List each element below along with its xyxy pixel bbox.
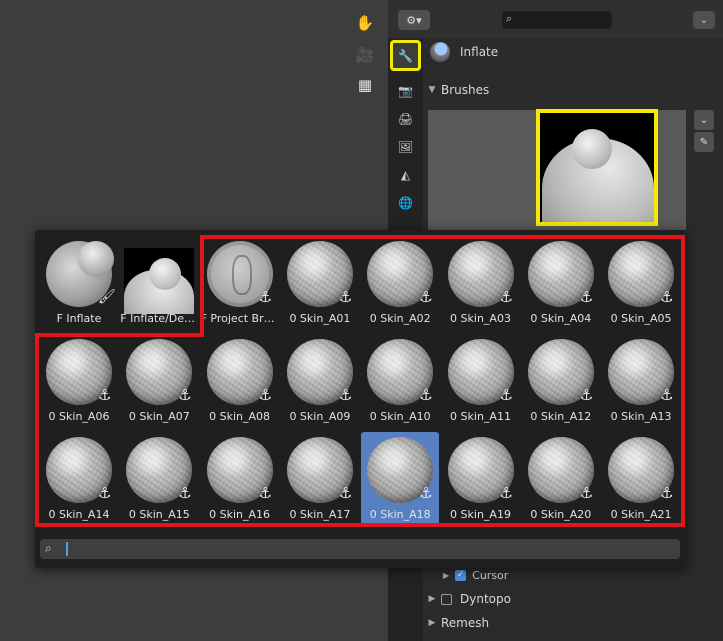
hand-pan-icon[interactable]: ✋	[352, 10, 378, 36]
camera-icon[interactable]: 🎥	[352, 42, 378, 68]
cursor-checkbox[interactable]: ✓	[455, 569, 467, 581]
dyntopo-panel-label: Dyntopo	[460, 592, 511, 606]
brush-item-label: 0 Skin_A16	[209, 508, 271, 521]
text-caret	[66, 542, 68, 556]
brush-item-label: 0 Skin_A14	[48, 508, 110, 521]
brush-item-label: F Inflate	[56, 312, 102, 325]
view-layer-icon[interactable]: 🖼	[393, 134, 418, 159]
highlight-border	[200, 235, 685, 329]
brush-item-label: F Inflate/Defl...	[120, 312, 199, 325]
brush-item[interactable]: ⚓ 0 Skin_A16	[201, 432, 279, 526]
brush-item[interactable]: ⚓ 0 Skin_A21	[602, 432, 680, 526]
properties-header: ⚙▾ ⌕ ⌄	[388, 0, 723, 38]
anchor-icon: ⚓	[178, 386, 192, 404]
brushes-panel-title: Brushes	[441, 83, 490, 97]
brush-item[interactable]: ⚓ 0 Skin_A10	[361, 334, 439, 428]
anchor-icon: ⚓	[419, 386, 433, 404]
brushes-panel-header[interactable]: ▼ Brushes	[423, 78, 723, 102]
brush-item[interactable]: ⚓ 0 Skin_A12	[522, 334, 600, 428]
remesh-panel-label: Remesh	[441, 616, 490, 630]
panel-collapse-arrow-icon: ▶	[428, 594, 436, 604]
brush-item[interactable]: ⚓ 0 Skin_A09	[281, 334, 359, 428]
brush-preview-area[interactable]	[428, 109, 686, 230]
editor-type-button[interactable]: ⚙▾	[398, 10, 430, 30]
anchor-icon: ⚓	[419, 484, 433, 502]
brush-item-label: 0 Skin_A08	[209, 410, 271, 423]
highlight-border	[35, 333, 204, 337]
highlight-border	[35, 523, 685, 527]
brush-item-label: 0 Skin_A11	[450, 410, 511, 423]
cursor-panel-label: Cursor	[472, 568, 509, 582]
brush-item-label: 0 Skin_A20	[530, 508, 592, 521]
anchor-icon: ⚓	[258, 484, 273, 502]
brush-search-input[interactable]: ⌕	[40, 539, 680, 559]
brush-item-label: 0 Skin_A19	[450, 508, 511, 521]
brush-thumbnail	[124, 248, 195, 314]
anchor-icon: ⚓	[338, 386, 353, 404]
brush-preview-thumbnail[interactable]	[536, 109, 658, 226]
dyntopo-panel-header[interactable]: ▶ Dyntopo	[423, 587, 723, 611]
expand-chevron-icon[interactable]: ⌄	[694, 110, 714, 130]
highlight-border	[681, 235, 685, 527]
anchor-icon: ⚓	[258, 386, 273, 404]
brush-item-label: 0 Skin_A09	[289, 410, 351, 423]
active-brush-row: Inflate	[430, 38, 498, 66]
search-icon: ⌕	[506, 12, 513, 25]
brush-item-label: 0 Skin_A10	[369, 410, 431, 423]
cursor-panel-row[interactable]: ▶ ✓ Cursor	[443, 565, 508, 585]
panel-expand-arrow-icon: ▼	[428, 85, 436, 95]
brush-item[interactable]: ⚓ 0 Skin_A18	[361, 432, 440, 526]
brush-item-label: 0 Skin_A18	[369, 508, 431, 521]
active-brush-name: Inflate	[460, 45, 499, 59]
brush-item-label: 0 Skin_A17	[289, 508, 351, 521]
brush-item[interactable]: ⚓ 0 Skin_A19	[442, 432, 520, 526]
anchor-icon: ⚓	[579, 386, 594, 404]
brush-item-label: 0 Skin_A13	[610, 410, 672, 423]
brush-icon	[430, 42, 450, 62]
grid-view-icon[interactable]: ▦	[352, 72, 378, 98]
anchor-icon: ⚓	[338, 484, 353, 502]
anchor-icon: ⚓	[178, 484, 192, 502]
anchor-icon: ⚓	[660, 484, 674, 502]
brush-item[interactable]: ⚓ 0 Skin_A15	[120, 432, 198, 526]
highlight-border	[35, 333, 39, 527]
anchor-icon: ⚓	[98, 484, 112, 502]
brush-item[interactable]: ⚓ 0 Skin_A20	[522, 432, 600, 526]
brush-item-label: 0 Skin_A07	[128, 410, 190, 423]
dyntopo-checkbox[interactable]	[441, 593, 452, 605]
brush-item[interactable]: ⚓ 0 Skin_A08	[201, 334, 279, 428]
brush-item[interactable]: ⚓ 0 Skin_A14	[40, 432, 118, 526]
panel-collapse-arrow-icon: ▶	[443, 570, 450, 580]
scene-icon[interactable]: ◭	[393, 162, 418, 187]
render-icon[interactable]: 📷	[393, 78, 418, 103]
anchor-icon: ⚓	[660, 386, 674, 404]
brush-item[interactable]: ⚓ 0 Skin_A07	[120, 334, 198, 428]
brush-item[interactable]: F Inflate/Defl...	[120, 236, 198, 330]
brush-item-label: 0 Skin_A12	[530, 410, 592, 423]
brush-item-label: 0 Skin_A21	[610, 508, 672, 521]
brush-item[interactable]: ⚓ 0 Skin_A17	[281, 432, 359, 526]
search-icon: ⌕	[45, 541, 52, 555]
anchor-icon: ⚓	[499, 386, 513, 404]
brush-item[interactable]: 🖌 F Inflate	[40, 236, 118, 330]
brush-item[interactable]: ⚓ 0 Skin_A13	[602, 334, 680, 428]
panel-collapse-arrow-icon: ▶	[428, 618, 436, 628]
output-icon[interactable]: 🖨	[393, 106, 418, 131]
brush-item[interactable]: ⚓ 0 Skin_A11	[442, 334, 520, 428]
tool-settings-icon[interactable]: 🔧	[390, 40, 421, 71]
anchor-icon: ⚓	[98, 386, 112, 404]
brush-item-label: 0 Skin_A06	[48, 410, 110, 423]
chevron-down-icon[interactable]: ⌄	[693, 11, 715, 29]
remesh-panel-header[interactable]: ▶ Remesh	[423, 611, 723, 635]
brush-item[interactable]: ⚓ 0 Skin_A06	[40, 334, 118, 428]
brush-item-label: 0 Skin_A15	[128, 508, 190, 521]
paint-brush-icon: 🖌	[98, 289, 116, 305]
properties-search-input[interactable]: ⌕	[502, 11, 612, 29]
brush-settings-icon[interactable]: ✎	[694, 132, 714, 152]
anchor-icon: ⚓	[499, 484, 513, 502]
world-icon[interactable]: 🌐	[393, 190, 418, 215]
anchor-icon: ⚓	[579, 484, 594, 502]
